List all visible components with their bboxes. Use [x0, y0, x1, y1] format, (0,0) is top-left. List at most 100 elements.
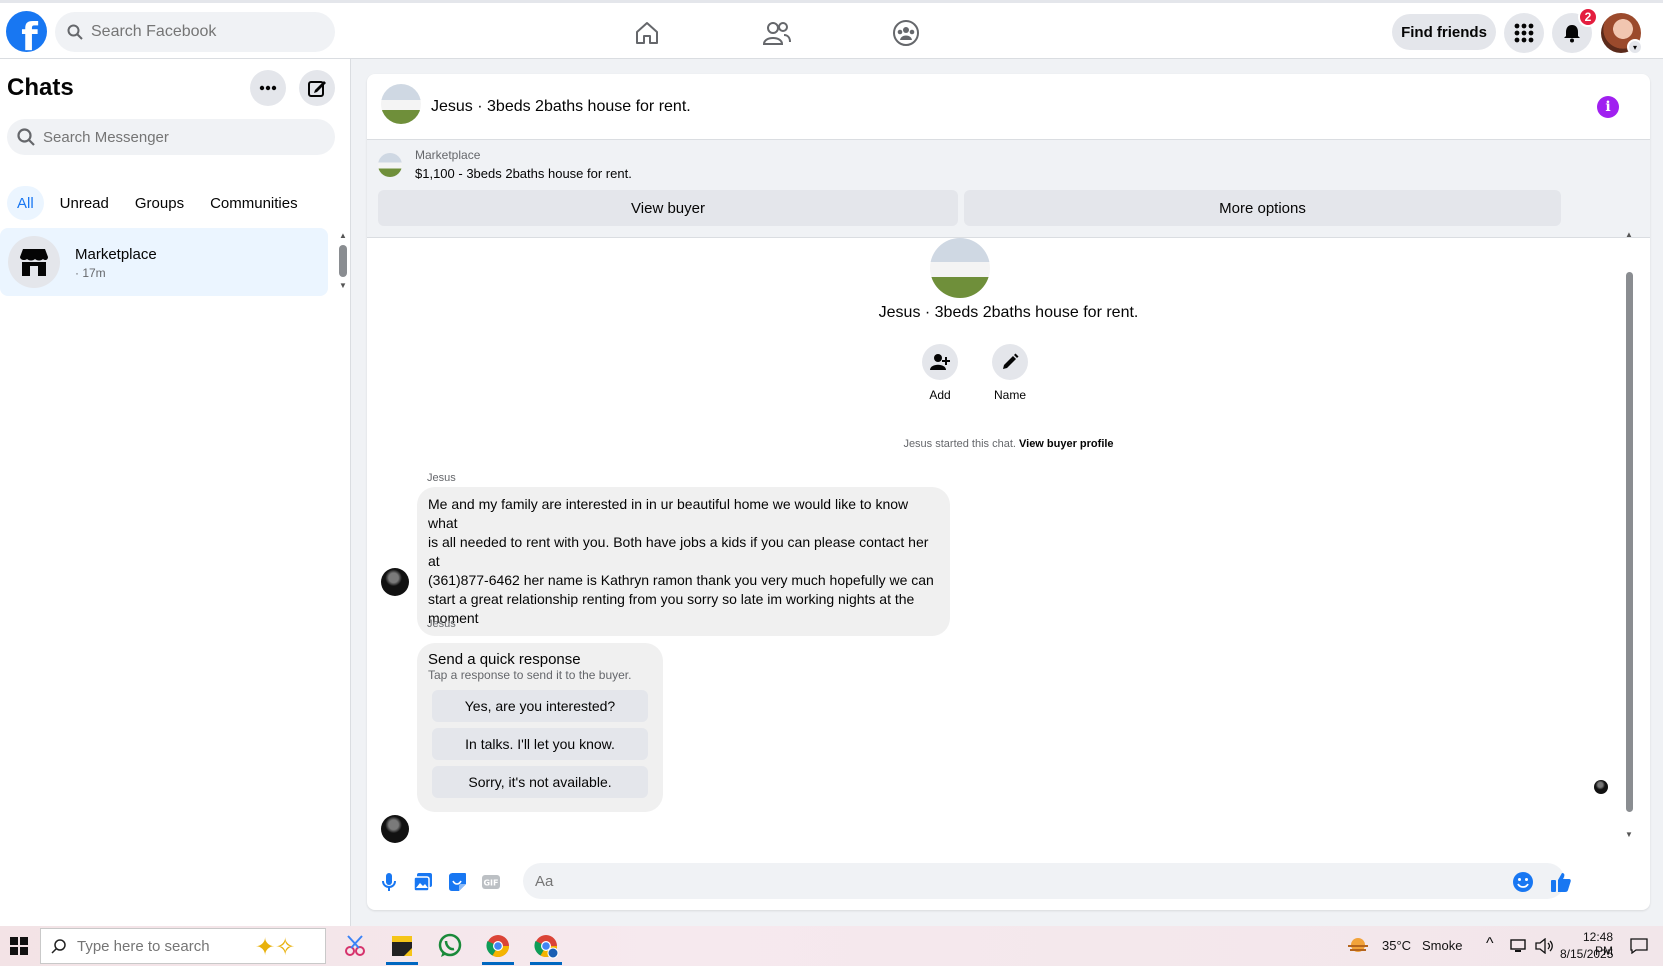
photo-icon[interactable]	[411, 870, 435, 894]
chrome-profile-icon[interactable]	[526, 930, 566, 965]
message-line: start a great relationship renting from …	[428, 591, 915, 607]
message-input[interactable]	[535, 872, 1515, 890]
chat-filter-tabs: All Unread Groups Communities	[7, 186, 308, 220]
weather-icon[interactable]	[1343, 930, 1373, 962]
view-buyer-button[interactable]: View buyer	[378, 190, 958, 226]
sidebar-scroll-thumb[interactable]	[339, 245, 347, 277]
menu-grid-icon[interactable]	[1504, 13, 1544, 53]
chat-header-title[interactable]: Jesus · 3beds 2baths house for rent.	[431, 98, 691, 116]
chrome-icon[interactable]	[478, 930, 518, 965]
quick-response-bubble: Send a quick response Tap a response to …	[417, 643, 663, 812]
seen-indicator-avatar	[1594, 780, 1608, 794]
sidebar-scrollbar[interactable]: ▲ ▼	[338, 231, 348, 291]
info-icon[interactable]: i	[1597, 96, 1619, 118]
chats-title: Chats	[7, 74, 74, 101]
windows-start-icon[interactable]	[0, 926, 38, 966]
add-label: Add	[929, 388, 951, 402]
tab-communities[interactable]: Communities	[200, 186, 308, 220]
groups-icon[interactable]	[888, 17, 924, 49]
message-line: is all needed to rent with you. Both hav…	[428, 534, 929, 569]
message-bubble[interactable]: Me and my family are interested in in ur…	[417, 487, 950, 636]
sender-avatar[interactable]	[381, 568, 409, 596]
chevron-up-icon[interactable]: ^	[1486, 935, 1494, 953]
message-input-box[interactable]	[523, 863, 1565, 899]
gif-icon[interactable]: GIF	[479, 870, 503, 894]
friends-icon[interactable]	[759, 17, 795, 49]
marketplace-label: Marketplace	[415, 148, 481, 162]
scroll-down-arrow-icon[interactable]: ▼	[339, 281, 347, 290]
chat-header: Jesus · 3beds 2baths house for rent. i	[367, 74, 1650, 140]
quick-response-not-available-button[interactable]: Sorry, it's not available.	[432, 766, 648, 798]
more-options-icon[interactable]	[250, 70, 286, 106]
home-icon[interactable]	[629, 17, 665, 49]
messenger-search-input[interactable]	[43, 128, 313, 146]
notification-badge: 2	[1578, 7, 1598, 27]
sparkle-icon[interactable]: ✦✧	[255, 933, 295, 962]
sticky-notes-icon[interactable]	[382, 930, 422, 965]
search-icon	[51, 939, 66, 954]
chat-name: Marketplace	[75, 246, 157, 263]
scroll-up-arrow-icon[interactable]: ▲	[1625, 230, 1633, 239]
sender-avatar[interactable]	[381, 815, 409, 843]
thumbs-up-icon[interactable]	[1549, 870, 1573, 894]
snipping-tool-icon[interactable]	[335, 930, 375, 962]
pencil-icon[interactable]	[992, 344, 1028, 380]
name-label: Name	[993, 388, 1026, 402]
messenger-search[interactable]	[7, 119, 335, 155]
microphone-icon[interactable]	[377, 870, 401, 894]
quick-response-subtitle: Tap a response to send it to the buyer.	[428, 668, 632, 682]
notification-center-icon[interactable]	[1624, 930, 1654, 962]
new-message-icon[interactable]	[299, 70, 335, 106]
message-line: (361)877-6462 her name is Kathryn ramon …	[428, 572, 934, 588]
listing-thumbnail[interactable]	[381, 84, 421, 124]
tab-unread[interactable]: Unread	[50, 186, 119, 220]
add-action[interactable]: Add	[910, 344, 970, 402]
chevron-down-icon[interactable]: ▾	[1627, 39, 1643, 55]
tab-groups[interactable]: Groups	[125, 186, 194, 220]
conversation-title: Jesus · 3beds 2baths house for rent.	[878, 304, 1139, 321]
chat-timestamp: · 17m	[75, 266, 106, 280]
message-line: Me and my family are interested in in ur…	[428, 496, 909, 531]
message-sender: Jesus	[427, 618, 456, 630]
emoji-icon[interactable]	[1511, 870, 1535, 894]
network-icon[interactable]	[1506, 930, 1532, 962]
chat-list-item-marketplace[interactable]: Marketplace · 17m	[0, 228, 328, 296]
weather-temperature[interactable]: 35°C	[1382, 938, 1411, 953]
volume-icon[interactable]	[1532, 930, 1558, 962]
quick-response-title: Send a quick response	[428, 651, 581, 668]
chat-scroll-thumb[interactable]	[1626, 272, 1633, 812]
quick-response-in-talks-button[interactable]: In talks. I'll let you know.	[432, 728, 648, 760]
listing-price-title[interactable]: $1,100 - 3beds 2baths house for rent.	[415, 166, 632, 181]
add-person-icon[interactable]	[922, 344, 958, 380]
scroll-down-arrow-icon[interactable]: ▼	[1625, 830, 1633, 839]
sticker-icon[interactable]	[445, 870, 469, 894]
message-line: moment	[428, 610, 479, 626]
more-options-button[interactable]: More options	[964, 190, 1561, 226]
find-friends-button[interactable]: Find friends	[1392, 14, 1496, 50]
chats-sidebar: Chats All Unread Groups Communities Mark…	[0, 59, 351, 926]
windows-taskbar: ✦✧ 35°C Smoke ^ 12:48 PM 8/15/2025	[0, 926, 1663, 966]
listing-small-thumbnail	[378, 153, 402, 177]
facebook-logo-icon[interactable]: f	[6, 11, 47, 52]
quick-response-yes-button[interactable]: Yes, are you interested?	[432, 690, 648, 722]
chat-scrollbar[interactable]: ▲ ▼	[1623, 230, 1635, 860]
top-bar: f Find friends 2 ▾	[0, 0, 1663, 59]
chat-started-notice: Jesus started this chat. View buyer prof…	[367, 438, 1650, 450]
taskbar-search-input[interactable]	[77, 937, 247, 955]
search-icon	[17, 128, 35, 146]
message-composer: GIF	[367, 856, 1650, 910]
facebook-search-input[interactable]	[91, 23, 311, 41]
message-sender: Jesus	[427, 472, 456, 484]
weather-description[interactable]: Smoke	[1422, 938, 1462, 953]
conversation-thumbnail	[930, 238, 990, 298]
taskbar-search[interactable]: ✦✧	[40, 928, 326, 964]
whatsapp-icon[interactable]	[430, 930, 470, 962]
scroll-up-arrow-icon[interactable]: ▲	[339, 231, 347, 240]
view-buyer-profile-link[interactable]: View buyer profile	[1019, 438, 1114, 450]
marketplace-store-icon	[8, 236, 60, 288]
tab-all[interactable]: All	[7, 186, 44, 220]
name-action[interactable]: Name	[980, 344, 1040, 402]
facebook-search[interactable]	[55, 12, 335, 52]
started-text: Jesus started this chat.	[903, 438, 1016, 450]
clock-date[interactable]: 8/15/2025	[1560, 947, 1613, 961]
